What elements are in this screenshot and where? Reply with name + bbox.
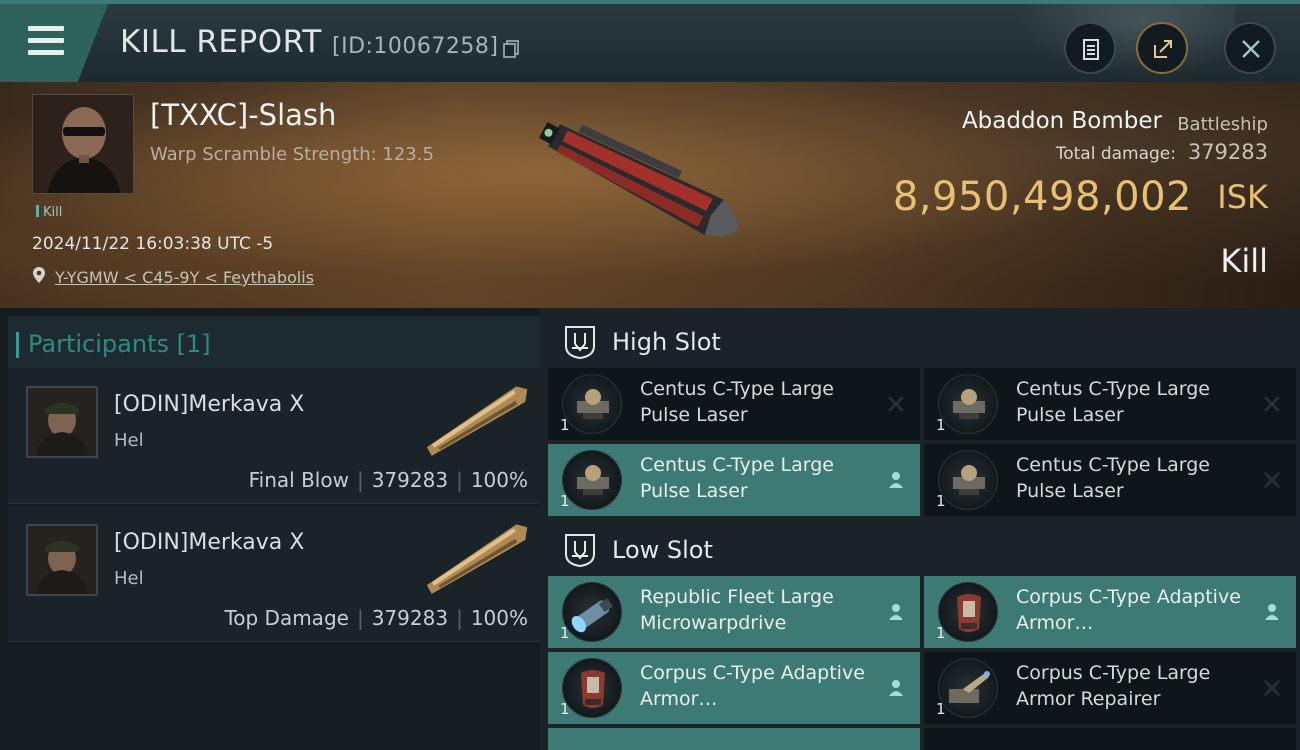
high-slot-icon xyxy=(565,326,595,360)
module-name: Corpus C-Type Adaptive Armor… xyxy=(640,662,865,710)
module-slot-partial[interactable] xyxy=(548,728,920,750)
destroyed-icon xyxy=(1264,396,1280,412)
top-bar: KILL REPORT [ID:10067258] xyxy=(0,0,1300,82)
module-slot[interactable]: 1 Republic Fleet Large Microwarpdrive xyxy=(548,576,920,648)
module-quantity: 1 xyxy=(936,492,946,510)
pulse-laser-icon xyxy=(562,450,622,510)
destroyed-icon xyxy=(1264,680,1280,696)
module-quantity: 1 xyxy=(560,700,570,718)
participant-row[interactable]: [ODIN]Merkava X Hel Final Blow | 379283 | 10… xyxy=(8,368,540,504)
destroyed-icon xyxy=(888,396,904,412)
participant-ship: Hel xyxy=(114,430,144,451)
ship-class: Battleship xyxy=(1177,114,1268,135)
participant-ship-image[interactable] xyxy=(416,516,540,600)
module-quantity: 1 xyxy=(936,624,946,642)
participant-stats: Top Damage | 379283 | 100% xyxy=(224,606,528,630)
menu-button[interactable] xyxy=(0,4,108,82)
header-decoration xyxy=(1005,4,1235,82)
victim-avatar[interactable] xyxy=(32,94,134,194)
module-slot[interactable]: 1 Centus C-Type Large Pulse Laser xyxy=(924,444,1296,516)
armor-repairer-icon xyxy=(938,658,998,718)
fitting-panel: High Slot 1 Centus C-Type Large Pulse La… xyxy=(540,308,1300,750)
clipboard-icon xyxy=(1083,39,1099,60)
result-label: Kill xyxy=(1220,242,1268,280)
low-slot-label: Low Slot xyxy=(612,536,713,564)
participant-damage: 379283 xyxy=(371,606,449,630)
low-slot-header: Low Slot xyxy=(548,520,1300,580)
clipboard-button[interactable] xyxy=(1064,22,1116,74)
module-slot[interactable]: 1 Centus C-Type Large Pulse Laser xyxy=(548,368,920,440)
module-quantity: 1 xyxy=(936,416,946,434)
victim-banner: [TXXC]-Slash Warp Scramble Strength: 123… xyxy=(0,82,1300,308)
module-name: Corpus C-Type Large Armor Repairer xyxy=(1016,662,1211,710)
kill-tag: Kill xyxy=(36,205,62,220)
close-button[interactable] xyxy=(1224,22,1276,74)
warp-scramble-strength: Warp Scramble Strength: 123.5 xyxy=(150,144,434,165)
hamburger-icon xyxy=(28,26,64,56)
armor-hardener-icon xyxy=(938,582,998,642)
share-button[interactable] xyxy=(1136,22,1188,74)
module-name: Republic Fleet Large Microwarpdrive xyxy=(640,586,834,634)
copy-icon[interactable] xyxy=(503,40,519,58)
page-title: KILL REPORT xyxy=(120,24,322,60)
share-icon xyxy=(1154,40,1172,58)
high-slot-header: High Slot xyxy=(548,312,1300,372)
microwarpdrive-icon xyxy=(562,582,622,642)
dropped-person-icon xyxy=(889,680,903,696)
location-pin-icon xyxy=(33,267,45,283)
participant-role: Final Blow xyxy=(248,468,349,492)
pulse-laser-icon xyxy=(938,374,998,434)
module-quantity: 1 xyxy=(560,624,570,642)
participant-avatar[interactable] xyxy=(26,524,98,596)
module-name: Centus C-Type Large Pulse Laser xyxy=(640,454,834,502)
participants-panel: Participants [1] [ODIN]Merkava X Hel Fin… xyxy=(0,308,540,750)
ship-name[interactable]: Abaddon Bomber xyxy=(962,108,1162,134)
dropped-person-icon xyxy=(889,472,903,488)
module-quantity: 1 xyxy=(560,416,570,434)
module-slot[interactable]: 1 Centus C-Type Large Pulse Laser xyxy=(924,368,1296,440)
participant-stats: Final Blow | 379283 | 100% xyxy=(248,468,528,492)
dropped-person-icon xyxy=(889,604,903,620)
participant-row[interactable]: [ODIN]Merkava X Hel Top Damage | 379283 | 10… xyxy=(8,506,540,642)
module-quantity: 1 xyxy=(936,700,946,718)
destroyed-icon xyxy=(1264,472,1280,488)
participant-ship-image[interactable] xyxy=(416,378,540,462)
low-slot-icon xyxy=(565,534,595,568)
total-damage-value: 379283 xyxy=(1187,140,1268,164)
participants-title: Participants [1] xyxy=(16,330,211,358)
pulse-laser-icon xyxy=(562,374,622,434)
participant-percent: 100% xyxy=(470,606,528,630)
pulse-laser-icon xyxy=(938,450,998,510)
high-slot-label: High Slot xyxy=(612,328,721,356)
participant-percent: 100% xyxy=(470,468,528,492)
module-slot-partial[interactable] xyxy=(924,728,1296,750)
module-slot[interactable]: 1 Corpus C-Type Large Armor Repairer xyxy=(924,652,1296,724)
kill-datetime: 2024/11/22 16:03:38 UTC -5 xyxy=(32,234,274,254)
module-name: Centus C-Type Large Pulse Laser xyxy=(1016,454,1210,502)
module-slot[interactable]: 1 Corpus C-Type Adaptive Armor… xyxy=(548,652,920,724)
isk-value: 8,950,498,002 xyxy=(892,174,1192,220)
module-quantity: 1 xyxy=(560,492,570,510)
participant-name[interactable]: [ODIN]Merkava X xyxy=(114,392,304,417)
victim-name[interactable]: [TXXC]-Slash xyxy=(150,98,336,132)
close-icon xyxy=(1242,40,1260,58)
participants-header[interactable]: Participants [1] xyxy=(8,316,540,374)
participant-avatar[interactable] xyxy=(26,386,98,458)
report-id: [ID:10067258] xyxy=(332,34,499,59)
module-name: Centus C-Type Large Pulse Laser xyxy=(1016,378,1210,426)
module-name: Corpus C-Type Adaptive Armor… xyxy=(1016,586,1241,634)
dropped-person-icon xyxy=(1265,604,1279,620)
participant-name[interactable]: [ODIN]Merkava X xyxy=(114,530,304,555)
participant-role: Top Damage xyxy=(224,606,349,630)
participant-damage: 379283 xyxy=(371,468,449,492)
module-name: Centus C-Type Large Pulse Laser xyxy=(640,378,834,426)
module-slot[interactable]: 1 Centus C-Type Large Pulse Laser xyxy=(548,444,920,516)
armor-hardener-icon xyxy=(562,658,622,718)
victim-ship-image[interactable] xyxy=(520,104,780,274)
module-slot[interactable]: 1 Corpus C-Type Adaptive Armor… xyxy=(924,576,1296,648)
participant-ship: Hel xyxy=(114,568,144,589)
isk-unit: ISK xyxy=(1217,178,1268,216)
total-damage-label: Total damage: xyxy=(1055,144,1176,164)
location-link[interactable]: Y-YGMW < C45-9Y < Feythabolis xyxy=(55,268,314,287)
